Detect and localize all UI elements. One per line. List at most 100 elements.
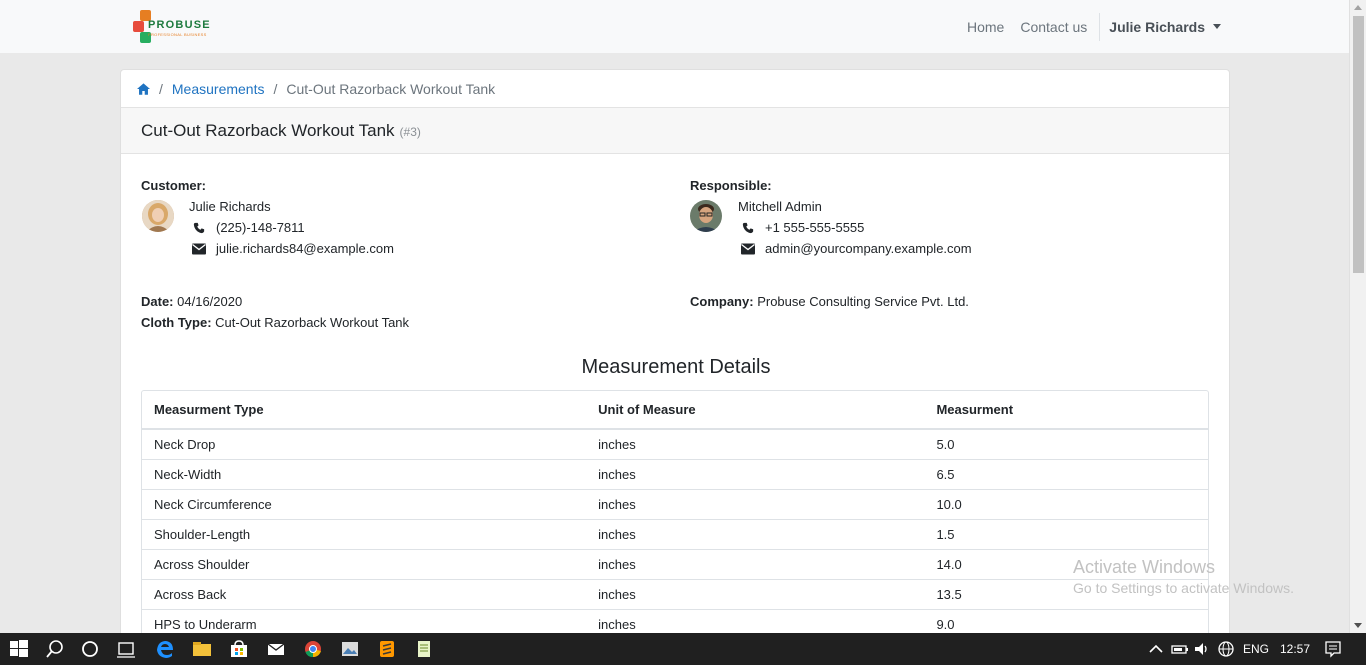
network-globe-icon[interactable] <box>1216 639 1236 659</box>
responsible-avatar <box>690 200 722 232</box>
measurement-value: 6.5 <box>924 459 1208 490</box>
watermark-subtitle: Go to Settings to activate Windows. <box>1073 580 1294 596</box>
table-header-row: Measurment Type Unit of Measure Measurme… <box>142 391 1208 430</box>
table-row: Neck-Width inches 6.5 <box>142 459 1208 490</box>
notepad-icon[interactable] <box>414 639 434 659</box>
customer-label: Customer: <box>141 178 207 193</box>
unit-of-measure: inches <box>586 429 925 460</box>
unit-of-measure: inches <box>586 459 925 490</box>
cortana-icon[interactable] <box>80 639 100 659</box>
date-label: Date: <box>141 294 174 309</box>
search-icon[interactable] <box>45 639 65 659</box>
table-row: Across Shoulder inches 14.0 <box>142 549 1208 580</box>
measurement-details-title: Measurement Details <box>581 356 771 378</box>
activate-windows-watermark: Activate Windows Go to Settings to activ… <box>1073 557 1294 596</box>
customer-phone: (225)-148-7811 <box>216 220 305 235</box>
table-row: Neck Drop inches 5.0 <box>142 429 1208 460</box>
customer-name: Julie Richards <box>189 199 271 214</box>
customer-email[interactable]: julie.richards84@example.com <box>216 241 394 256</box>
phone-icon <box>742 222 754 233</box>
volume-icon[interactable] <box>1192 639 1212 659</box>
company-value: Probuse Consulting Service Pvt. Ltd. <box>757 294 969 309</box>
windows-start-icon[interactable] <box>9 639 29 659</box>
action-center-icon[interactable] <box>1323 639 1343 659</box>
breadcrumb: / Measurements / Cut-Out Razorback Worko… <box>121 70 1229 108</box>
cloth-type-label: Cloth Type: <box>141 315 212 330</box>
breadcrumb-separator: / <box>159 80 163 97</box>
task-view-icon[interactable] <box>116 639 136 659</box>
company-field: Company: Probuse Consulting Service Pvt.… <box>690 291 969 312</box>
clock[interactable]: 12:57 <box>1280 633 1310 665</box>
nav-home-link[interactable]: Home <box>959 19 1012 35</box>
nav-divider <box>1099 12 1101 41</box>
caret-down-icon <box>1213 24 1221 29</box>
logo-text: PROBUSE <box>148 19 211 31</box>
responsible-label: Responsible: <box>690 178 772 193</box>
scrollbar-thumb[interactable] <box>1353 16 1364 273</box>
mail-icon[interactable] <box>266 639 286 659</box>
page-title: Cut-Out Razorback Workout Tank <box>141 120 395 140</box>
customer-avatar <box>142 200 174 232</box>
cloth-type-field: Cloth Type: Cut-Out Razorback Workout Ta… <box>141 312 409 333</box>
card-header: Cut-Out Razorback Workout Tank (#3) <box>121 108 1229 154</box>
measurement-value: 10.0 <box>924 489 1208 520</box>
top-navbar: PROBUSE PROFESSIONAL BUSINESS Home Conta… <box>0 0 1349 53</box>
measurement-type: Shoulder-Length <box>142 519 587 550</box>
record-reference: (#3) <box>399 125 421 139</box>
probuse-logo[interactable]: PROBUSE PROFESSIONAL BUSINESS <box>130 8 210 46</box>
measurement-type: Across Back <box>142 579 587 610</box>
edge-browser-icon[interactable] <box>155 639 175 659</box>
responsible-name: Mitchell Admin <box>738 199 822 214</box>
unit-of-measure: inches <box>586 579 925 610</box>
measurement-value: 5.0 <box>924 429 1208 460</box>
responsible-phone: +1 555-555-5555 <box>765 220 865 235</box>
date-value: 04/16/2020 <box>177 294 243 309</box>
logo-hex-red <box>133 21 144 32</box>
battery-icon[interactable] <box>1170 639 1190 659</box>
chrome-icon[interactable] <box>303 639 323 659</box>
sublime-text-icon[interactable] <box>377 639 397 659</box>
home-icon[interactable] <box>137 82 150 95</box>
nav-contact-link[interactable]: Contact us <box>1012 19 1095 35</box>
page-scrollbar[interactable] <box>1349 0 1366 633</box>
windows-taskbar: ENG 12:57 <box>0 633 1366 665</box>
measurement-type: Neck Circumference <box>142 489 587 520</box>
table-row: Neck Circumference inches 10.0 <box>142 489 1208 520</box>
measurement-type: Across Shoulder <box>142 549 587 580</box>
language-indicator[interactable]: ENG <box>1243 633 1269 665</box>
table-row: Across Back inches 13.5 <box>142 579 1208 610</box>
watermark-title: Activate Windows <box>1073 557 1216 577</box>
envelope-icon <box>741 243 755 254</box>
show-hidden-icons-icon[interactable] <box>1146 639 1166 659</box>
nav-links: Home Contact us Julie Richards <box>959 0 1221 53</box>
responsible-contact: Mitchell Admin +1 555-555-5555 admin@you… <box>738 196 972 259</box>
date-field: Date: 04/16/2020 <box>141 291 242 312</box>
column-header: Measurment Type <box>142 391 587 430</box>
store-icon[interactable] <box>229 639 249 659</box>
measurement-value: 1.5 <box>924 519 1208 550</box>
file-explorer-icon[interactable] <box>192 639 212 659</box>
customer-contact: Julie Richards (225)-148-7811 julie.rich… <box>189 196 394 259</box>
user-name: Julie Richards <box>1109 18 1205 35</box>
phone-icon <box>193 222 205 233</box>
cloth-type-value: Cut-Out Razorback Workout Tank <box>215 315 410 330</box>
company-label: Company: <box>690 294 754 309</box>
scroll-down-arrow-icon[interactable] <box>1354 623 1362 628</box>
scroll-up-arrow-icon[interactable] <box>1354 5 1362 10</box>
measurement-type: Neck Drop <box>142 429 587 460</box>
responsible-email[interactable]: admin@yourcompany.example.com <box>765 241 972 256</box>
measurement-table: Measurment Type Unit of Measure Measurme… <box>141 390 1209 641</box>
column-header: Measurment <box>924 391 1208 430</box>
logo-tagline: PROFESSIONAL BUSINESS <box>148 32 207 37</box>
breadcrumb-current: Cut-Out Razorback Workout Tank <box>286 80 496 97</box>
measurement-card: / Measurements / Cut-Out Razorback Worko… <box>120 69 1230 649</box>
table-row: Shoulder-Length inches 1.5 <box>142 519 1208 550</box>
unit-of-measure: inches <box>586 549 925 580</box>
user-menu-dropdown[interactable]: Julie Richards <box>1104 19 1221 35</box>
breadcrumb-separator: / <box>273 80 278 97</box>
unit-of-measure: inches <box>586 489 925 520</box>
photos-app-icon[interactable] <box>340 639 360 659</box>
measurement-type: Neck-Width <box>142 459 587 490</box>
envelope-icon <box>192 243 206 254</box>
breadcrumb-measurements-link[interactable]: Measurements <box>172 81 265 97</box>
